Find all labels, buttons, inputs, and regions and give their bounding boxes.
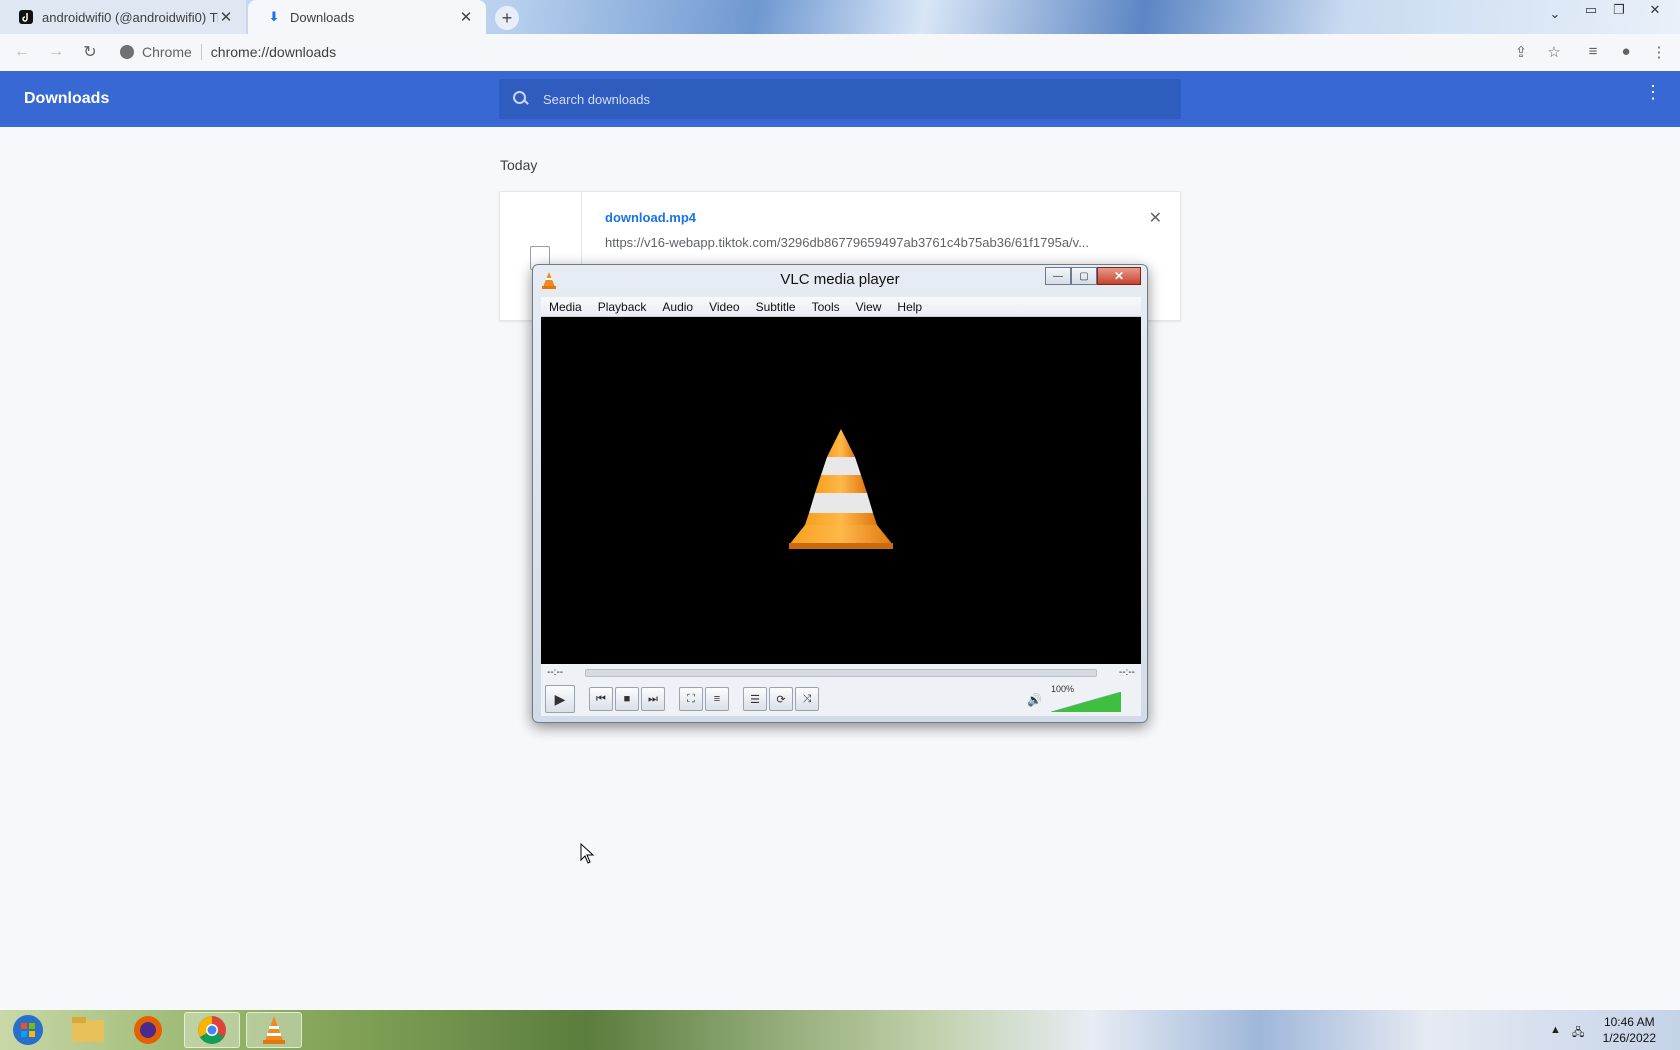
network-icon[interactable]: 🖧 <box>1572 1024 1584 1043</box>
controls-row: ▶ ⏮ ■ ⏭ ⛶ ≡ ☰ ⟳ ⤨ 🔊 100% <box>541 682 1141 716</box>
system-clock[interactable]: 10:46 AM 1/26/2022 <box>1603 1014 1656 1046</box>
close-tab-icon[interactable]: ✕ <box>218 8 234 26</box>
clock-date: 1/26/2022 <box>1602 1031 1656 1045</box>
more-options-icon[interactable]: ⋮ <box>1644 83 1662 101</box>
mouse-cursor-icon <box>580 843 595 864</box>
volume-slider[interactable] <box>1051 692 1121 712</box>
vlc-maximize-button[interactable]: ▢ <box>1071 267 1097 285</box>
show-hidden-icons-icon[interactable]: ▲ <box>1550 1024 1561 1036</box>
taskbar: ▲ 🖧 10:46 AM 1/26/2022 <box>0 1010 1680 1050</box>
downloads-header: Downloads ⋮ <box>0 71 1680 127</box>
tab-title: androidwifi0 (@androidwifi0) Tik <box>42 9 218 25</box>
start-orb-button[interactable] <box>0 1012 56 1048</box>
loop-button[interactable]: ⟳ <box>769 687 793 711</box>
search-input[interactable] <box>543 91 1143 107</box>
previous-button[interactable]: ⏮ <box>589 687 613 711</box>
windows-start-icon <box>13 1015 43 1045</box>
tab-title: Downloads <box>290 9 355 25</box>
search-box[interactable] <box>499 79 1181 119</box>
omnibox[interactable]: Chrome chrome://downloads <box>110 38 1510 66</box>
vlc-minimize-button[interactable]: — <box>1045 267 1071 285</box>
fullscreen-button[interactable]: ⛶ <box>679 687 703 711</box>
omnibox-url: chrome://downloads <box>210 44 337 60</box>
new-tab-button[interactable]: + <box>495 6 519 30</box>
bookmark-star-icon[interactable]: ☆ <box>1544 43 1564 61</box>
chrome-menu-icon[interactable]: ⋮ <box>1649 43 1669 61</box>
omnibox-site: Chrome <box>142 44 192 60</box>
profile-icon[interactable]: ● <box>1616 43 1636 60</box>
tab-search-icon[interactable]: ⌄ <box>1544 6 1566 22</box>
remove-download-icon[interactable]: ✕ <box>1149 208 1162 228</box>
menu-playback[interactable]: Playback <box>590 300 655 314</box>
firefox-icon <box>134 1016 162 1044</box>
close-tab-icon[interactable]: ✕ <box>458 8 474 26</box>
vlc-taskbar-button[interactable] <box>246 1012 302 1048</box>
close-window-button[interactable]: ✕ <box>1644 2 1666 18</box>
back-button[interactable]: ← <box>6 43 38 61</box>
menu-audio[interactable]: Audio <box>654 300 701 314</box>
time-total: --:-- <box>1118 667 1135 678</box>
restore-button[interactable]: ❐ <box>1608 2 1630 18</box>
speaker-icon[interactable]: 🔊 <box>1027 693 1042 707</box>
firefox-button[interactable] <box>120 1012 176 1048</box>
menu-video[interactable]: Video <box>701 300 747 314</box>
tiktok-icon <box>18 9 34 25</box>
chrome-icon <box>198 1016 226 1044</box>
menu-view[interactable]: View <box>848 300 890 314</box>
video-area[interactable] <box>541 317 1141 664</box>
tab-tiktok[interactable]: androidwifi0 (@androidwifi0) Tik ✕ <box>0 0 246 34</box>
menu-tools[interactable]: Tools <box>804 300 848 314</box>
seek-row: --:-- --:-- <box>541 664 1141 682</box>
next-button[interactable]: ⏭ <box>641 687 665 711</box>
file-explorer-button[interactable] <box>60 1012 116 1048</box>
clock-time: 10:46 AM <box>1603 1015 1655 1029</box>
vlc-taskbar-icon <box>263 1016 285 1044</box>
forward-button[interactable]: → <box>40 43 72 61</box>
minimize-button[interactable]: ▭ <box>1580 2 1602 18</box>
download-url[interactable]: https://v16-webapp.tiktok.com/3296db8677… <box>605 235 1089 250</box>
extended-settings-button[interactable]: ≡ <box>705 687 729 711</box>
search-icon <box>513 91 529 107</box>
tab-downloads[interactable]: ⬇ Downloads ✕ <box>248 0 486 34</box>
download-filename[interactable]: download.mp4 <box>605 210 696 225</box>
folder-icon <box>72 1017 104 1042</box>
chrome-button[interactable] <box>184 1012 240 1048</box>
menu-help[interactable]: Help <box>889 300 930 314</box>
chrome-site-icon <box>120 45 134 59</box>
tab-strip: androidwifi0 (@androidwifi0) Tik ✕ ⬇ Dow… <box>0 0 1680 34</box>
vlc-window: VLC media player — ▢ ✕ Media Playback Au… <box>532 264 1148 723</box>
section-heading: Today <box>500 157 538 173</box>
vlc-close-button[interactable]: ✕ <box>1097 267 1141 285</box>
menu-media[interactable]: Media <box>541 300 590 314</box>
vlc-menubar: Media Playback Audio Video Subtitle Tool… <box>541 297 1141 317</box>
share-icon[interactable]: ⇪ <box>1511 43 1531 61</box>
play-button[interactable]: ▶ <box>545 685 575 713</box>
omnibox-separator <box>200 44 202 60</box>
stop-button[interactable]: ■ <box>615 687 639 711</box>
vlc-logo-icon <box>789 429 893 549</box>
time-elapsed: --:-- <box>547 667 564 678</box>
page-title: Downloads <box>24 90 110 107</box>
menu-subtitle[interactable]: Subtitle <box>748 300 804 314</box>
browser-toolbar: ← → ↻ Chrome chrome://downloads <box>0 34 1680 70</box>
playlist-button[interactable]: ☰ <box>743 687 767 711</box>
reading-list-icon[interactable]: ≡ <box>1583 43 1603 60</box>
reload-button[interactable]: ↻ <box>74 42 106 62</box>
download-icon: ⬇ <box>268 9 280 24</box>
seek-bar[interactable] <box>585 669 1097 677</box>
shuffle-button[interactable]: ⤨ <box>795 687 819 711</box>
